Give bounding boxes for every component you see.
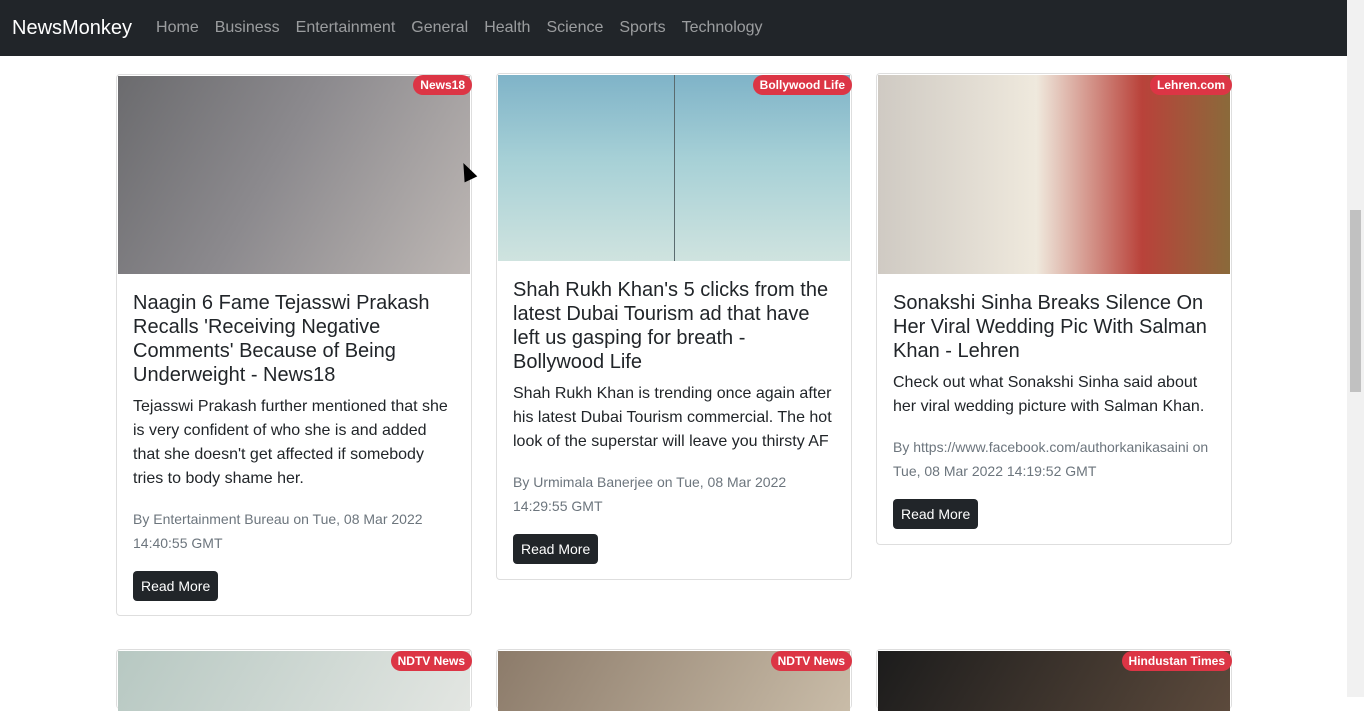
source-badge: Lehren.com — [1149, 75, 1232, 95]
page-scrollbar[interactable] — [1347, 0, 1364, 697]
news-card: Bollywood Life Shah Rukh Khan's 5 clicks… — [496, 73, 852, 580]
news-date: Tue, 08 Mar 2022 14:19:52 GMT — [893, 463, 1097, 479]
nav-link-health[interactable]: Health — [476, 19, 538, 37]
source-badge: NDTV News — [770, 651, 852, 671]
news-description: Check out what Sonakshi Sinha said about… — [893, 374, 1205, 415]
news-image — [498, 75, 850, 261]
by-label: By — [893, 439, 910, 455]
source-badge: News18 — [413, 75, 472, 95]
nav-link-science[interactable]: Science — [538, 19, 611, 37]
nav-link-sports[interactable]: Sports — [611, 19, 673, 37]
news-author: Entertainment Bureau — [153, 511, 290, 527]
news-author: Urmimala Banerjee — [533, 474, 654, 490]
on-label: on — [1192, 439, 1209, 455]
source-badge: Bollywood Life — [752, 75, 852, 95]
card-body: Sonakshi Sinha Breaks Silence On Her Vir… — [893, 291, 1215, 529]
source-badge: NDTV News — [390, 651, 472, 671]
news-author: https://www.facebook.com/authorkanikasai… — [913, 439, 1189, 455]
news-card: NDTV News — [116, 649, 472, 711]
scrollbar-thumb[interactable] — [1350, 210, 1361, 392]
source-badge: Hindustan Times — [1121, 651, 1232, 671]
read-more-button[interactable]: Read More — [133, 571, 219, 601]
nav-link-business[interactable]: Business — [207, 19, 288, 37]
news-image — [878, 75, 1230, 274]
nav-link-general[interactable]: General — [403, 19, 476, 37]
card-body: Naagin 6 Fame Tejasswi Prakash Recalls '… — [133, 291, 455, 601]
news-description: Tejasswi Prakash further mentioned that … — [133, 398, 448, 487]
brand-logo[interactable]: NewsMonkey — [12, 17, 132, 40]
news-meta: By https://www.facebook.com/authorkanika… — [893, 435, 1215, 483]
news-description: Shah Rukh Khan is trending once again af… — [513, 385, 832, 450]
nav-link-home[interactable]: Home — [148, 19, 207, 37]
news-meta: By Urmimala Banerjee on Tue, 08 Mar 2022… — [513, 470, 835, 518]
nav-link-technology[interactable]: Technology — [674, 19, 771, 37]
on-label: on — [656, 474, 673, 490]
news-card: NDTV News — [496, 649, 852, 711]
news-image — [118, 76, 470, 274]
news-title: Naagin 6 Fame Tejasswi Prakash Recalls '… — [133, 292, 430, 386]
news-meta: By Entertainment Bureau on Tue, 08 Mar 2… — [133, 507, 455, 555]
read-more-button[interactable]: Read More — [513, 534, 599, 564]
news-card: News18 Naagin 6 Fame Tejasswi Prakash Re… — [116, 74, 472, 616]
by-label: By — [513, 474, 530, 490]
nav-link-entertainment[interactable]: Entertainment — [288, 19, 404, 37]
read-more-button[interactable]: Read More — [893, 499, 979, 529]
on-label: on — [293, 511, 309, 527]
news-title: Sonakshi Sinha Breaks Silence On Her Vir… — [893, 292, 1207, 362]
news-card: Lehren.com Sonakshi Sinha Breaks Silence… — [876, 73, 1232, 545]
by-label: By — [133, 511, 150, 527]
navbar: NewsMonkey Home Business Entertainment G… — [0, 0, 1347, 56]
news-title: Shah Rukh Khan's 5 clicks from the lates… — [513, 279, 829, 373]
news-card: Hindustan Times — [876, 649, 1232, 711]
card-body: Shah Rukh Khan's 5 clicks from the lates… — [513, 278, 835, 564]
image-divider — [674, 75, 675, 261]
